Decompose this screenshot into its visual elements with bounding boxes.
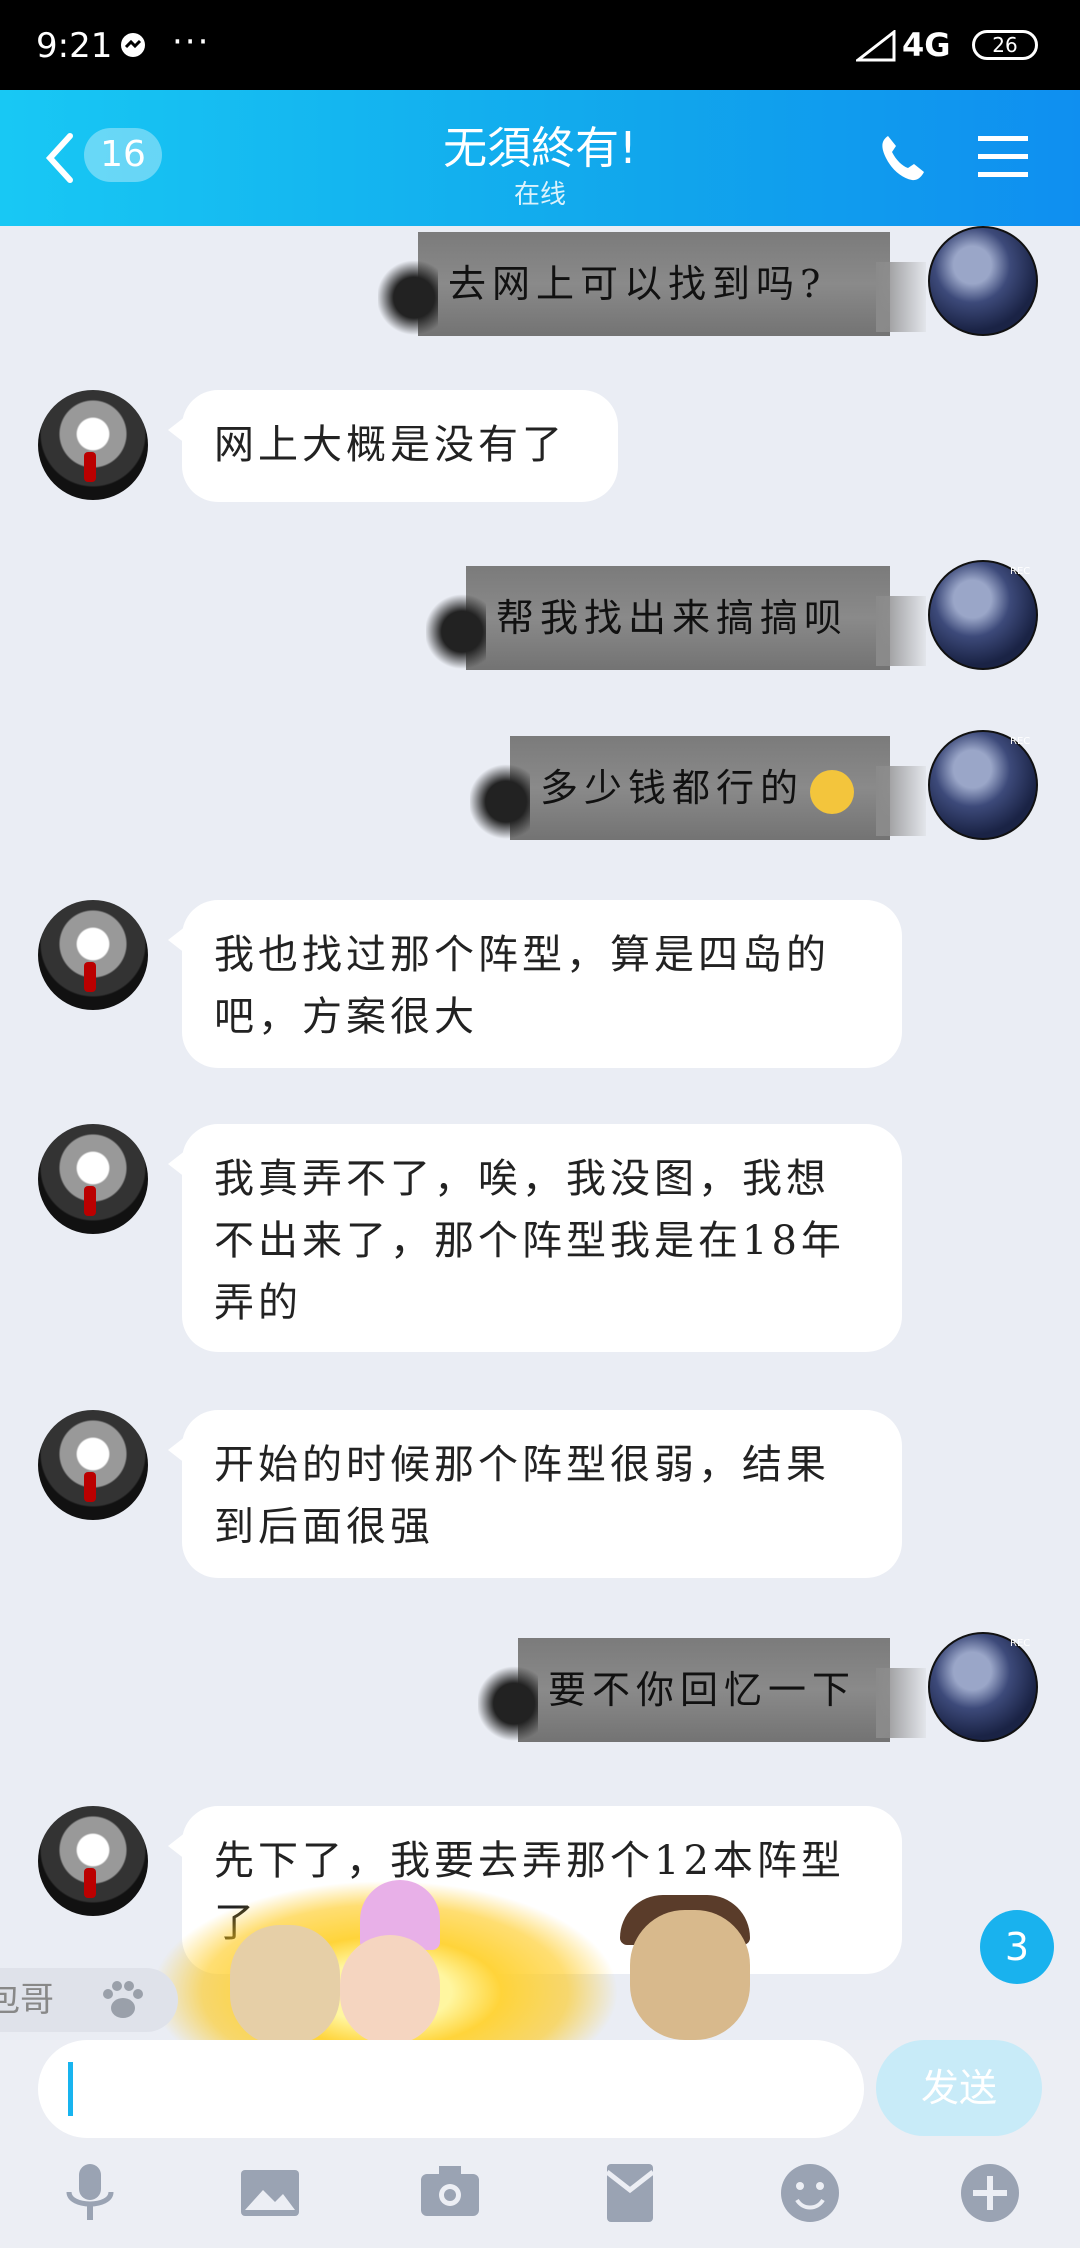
rec-label: REC — [1010, 1638, 1031, 1649]
message-bubble[interactable]: 开始的时候那个阵型很弱，结果到后面很强 — [168, 1410, 902, 1578]
message-bubble[interactable]: 网上大概是没有了 — [168, 390, 618, 502]
message-bubble[interactable]: 我也找过那个阵型，算是四岛的吧，方案很大 — [168, 900, 902, 1068]
message-notification-icon — [121, 33, 145, 57]
input-bar: 发送 — [0, 2040, 1080, 2248]
paw-icon[interactable] — [100, 1978, 146, 2022]
phone-icon[interactable] — [876, 132, 928, 184]
red-packet-icon[interactable] — [595, 2158, 665, 2228]
message-bubble[interactable]: 要不你回忆一下 — [478, 1638, 926, 1742]
contact-avatar[interactable] — [38, 390, 148, 500]
message-text: 网上大概是没有了 — [214, 422, 566, 468]
status-bar: 9:21 ··· 4G 26 — [0, 0, 1080, 90]
menu-icon[interactable] — [978, 134, 1028, 180]
message-input[interactable] — [38, 2040, 864, 2138]
my-avatar[interactable] — [928, 226, 1038, 336]
message-text: 我也找过那个阵型，算是四岛的吧，方案很大 — [214, 932, 830, 1040]
network-type: 4G — [902, 26, 951, 64]
message-text: 多少钱都行的 — [540, 766, 805, 810]
message-text: 帮我找出来搞搞呗 — [496, 596, 849, 640]
battery-indicator: 26 — [972, 30, 1038, 60]
text-caret — [68, 2062, 73, 2116]
camera-icon[interactable] — [415, 2158, 485, 2228]
girl-sticker — [340, 1935, 440, 2040]
plus-icon[interactable] — [955, 2158, 1025, 2228]
chat-area[interactable]: 去网上可以找到吗? 网上大概是没有了 帮我找出来搞搞呗 REC 多少钱都行的 R… — [0, 226, 1080, 2040]
rec-label: REC — [1010, 736, 1031, 747]
message-bubble[interactable]: 多少钱都行的 — [470, 736, 926, 840]
image-icon[interactable] — [235, 2158, 305, 2228]
mic-icon[interactable] — [55, 2158, 125, 2228]
contact-avatar[interactable] — [38, 1410, 148, 1520]
chat-header: 16 无須終有! 在线 — [0, 90, 1080, 226]
message-text: 去网上可以找到吗? — [448, 262, 827, 306]
message-text: 要不你回忆一下 — [548, 1668, 857, 1712]
new-message-badge[interactable]: 3 — [980, 1910, 1054, 1984]
send-button[interactable]: 发送 — [876, 2040, 1042, 2136]
more-notifications-icon: ··· — [172, 22, 211, 62]
signal-icon — [856, 30, 896, 62]
message-bubble[interactable]: 去网上可以找到吗? — [378, 232, 926, 336]
smile-emoji-icon — [810, 769, 855, 814]
nickname-tag[interactable]: 包哥 — [0, 1968, 178, 2032]
message-text: 我真弄不了，唉，我没图，我想不出来了，那个阵型我是在18年弄的 — [214, 1156, 845, 1326]
emoji-icon[interactable] — [775, 2158, 845, 2228]
status-time: 9:21 — [36, 26, 113, 66]
rec-label: REC — [1010, 566, 1031, 577]
message-bubble[interactable]: 帮我找出来搞搞呗 — [426, 566, 926, 670]
boy-sticker — [630, 1910, 750, 2040]
pug-sticker — [230, 1925, 340, 2040]
message-bubble[interactable]: 我真弄不了，唉，我没图，我想不出来了，那个阵型我是在18年弄的 — [168, 1124, 902, 1352]
contact-avatar[interactable] — [38, 1124, 148, 1234]
message-text: 开始的时候那个阵型很弱，结果到后面很强 — [214, 1442, 830, 1550]
contact-avatar[interactable] — [38, 900, 148, 1010]
